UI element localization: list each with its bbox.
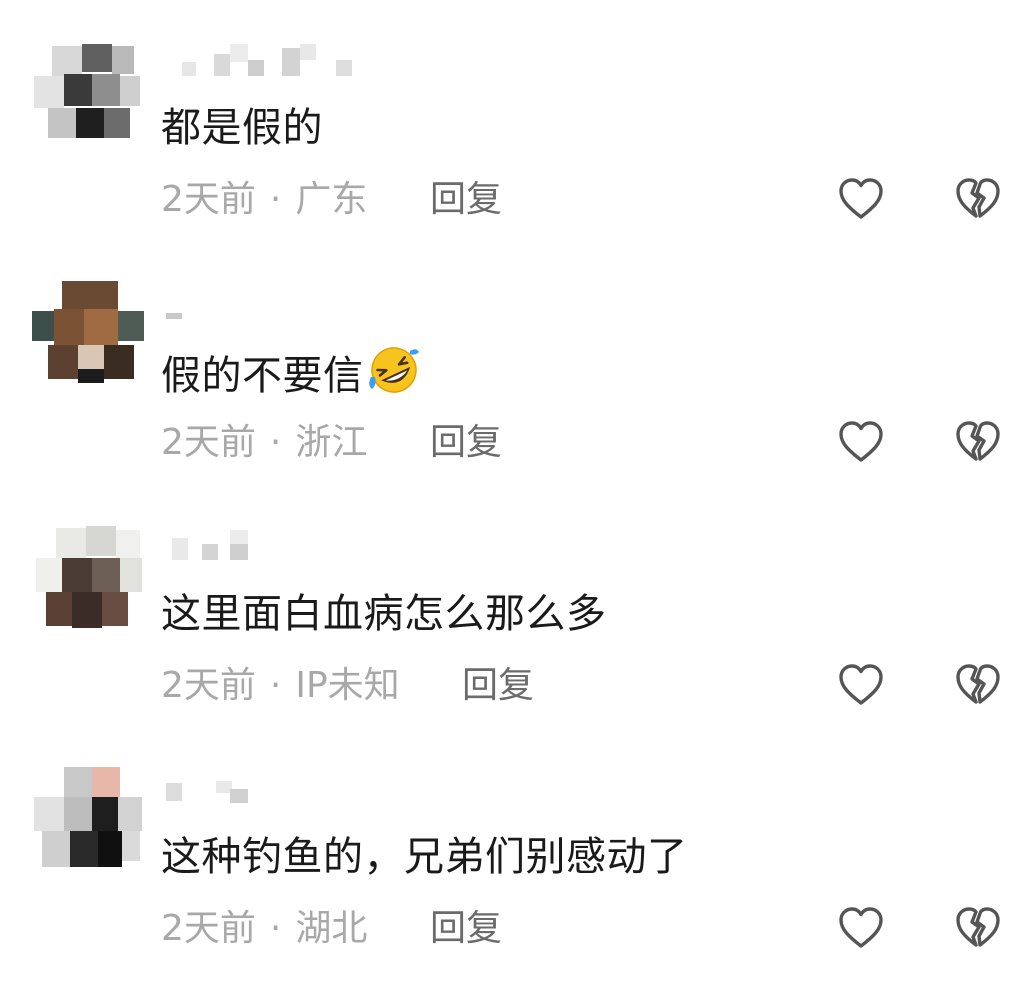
broken-heart-icon — [956, 907, 1000, 947]
username[interactable] — [164, 777, 364, 817]
username[interactable] — [164, 289, 364, 329]
like-button[interactable] — [838, 177, 884, 221]
comment-list: 都是假的 2天前 · 广东 回复 假的不要信 2天前 · 浙江 回复 这里面白血… — [0, 0, 1031, 993]
comment-text: 这里面白血病怎么那么多 — [161, 591, 607, 637]
comment-text: 这种钓鱼的，兄弟们别感动了 — [161, 834, 688, 880]
comment-time: 2天前 — [161, 908, 256, 949]
comment-location: 湖北 — [295, 908, 368, 949]
heart-outline-icon — [839, 421, 883, 462]
dislike-button[interactable] — [955, 906, 1001, 950]
like-button[interactable] — [838, 663, 884, 707]
comment-location: 浙江 — [295, 422, 368, 463]
heart-outline-icon — [839, 907, 883, 948]
comment-item: 都是假的 2天前 · 广东 回复 — [0, 0, 1031, 243]
meta-separator: · — [269, 908, 282, 949]
dislike-button[interactable] — [955, 420, 1001, 464]
comment-text: 都是假的 — [161, 105, 323, 151]
dislike-button[interactable] — [955, 177, 1001, 221]
heart-outline-icon — [839, 664, 883, 705]
like-button[interactable] — [838, 420, 884, 464]
comment-text: 假的不要信 — [161, 343, 422, 404]
avatar[interactable] — [32, 767, 144, 873]
heart-outline-icon — [839, 178, 883, 219]
comment-item: 这种钓鱼的，兄弟们别感动了 2天前 · 湖北 回复 — [0, 729, 1031, 972]
avatar[interactable] — [32, 526, 144, 632]
reply-button[interactable]: 回复 — [430, 421, 502, 465]
username[interactable] — [164, 530, 364, 570]
comment-item: 假的不要信 2天前 · 浙江 回复 — [0, 243, 1031, 486]
broken-heart-icon — [956, 178, 1000, 218]
reply-button[interactable]: 回复 — [430, 907, 502, 951]
rolling-on-floor-laughing-emoji — [368, 347, 419, 393]
meta-separator: · — [269, 422, 282, 463]
like-button[interactable] — [838, 906, 884, 950]
reply-button[interactable]: 回复 — [430, 178, 502, 222]
broken-heart-icon — [956, 421, 1000, 461]
comment-meta: 2天前 · IP未知 — [161, 664, 400, 708]
comment-time: 2天前 — [161, 422, 256, 463]
comment-meta: 2天前 · 广东 — [161, 178, 367, 222]
avatar[interactable] — [32, 279, 144, 385]
broken-heart-icon — [956, 664, 1000, 704]
comment-meta: 2天前 · 湖北 — [161, 907, 367, 951]
comment-location: 广东 — [295, 179, 368, 220]
avatar[interactable] — [32, 38, 144, 144]
meta-separator: · — [269, 665, 282, 706]
username[interactable] — [164, 44, 364, 84]
reply-button[interactable]: 回复 — [462, 664, 534, 708]
comment-location: IP未知 — [295, 665, 400, 706]
comment-time: 2天前 — [161, 665, 256, 706]
comment-time: 2天前 — [161, 179, 256, 220]
meta-separator: · — [269, 179, 282, 220]
comment-item: 这里面白血病怎么那么多 2天前 · IP未知 回复 — [0, 486, 1031, 729]
dislike-button[interactable] — [955, 663, 1001, 707]
comment-meta: 2天前 · 浙江 — [161, 421, 367, 465]
